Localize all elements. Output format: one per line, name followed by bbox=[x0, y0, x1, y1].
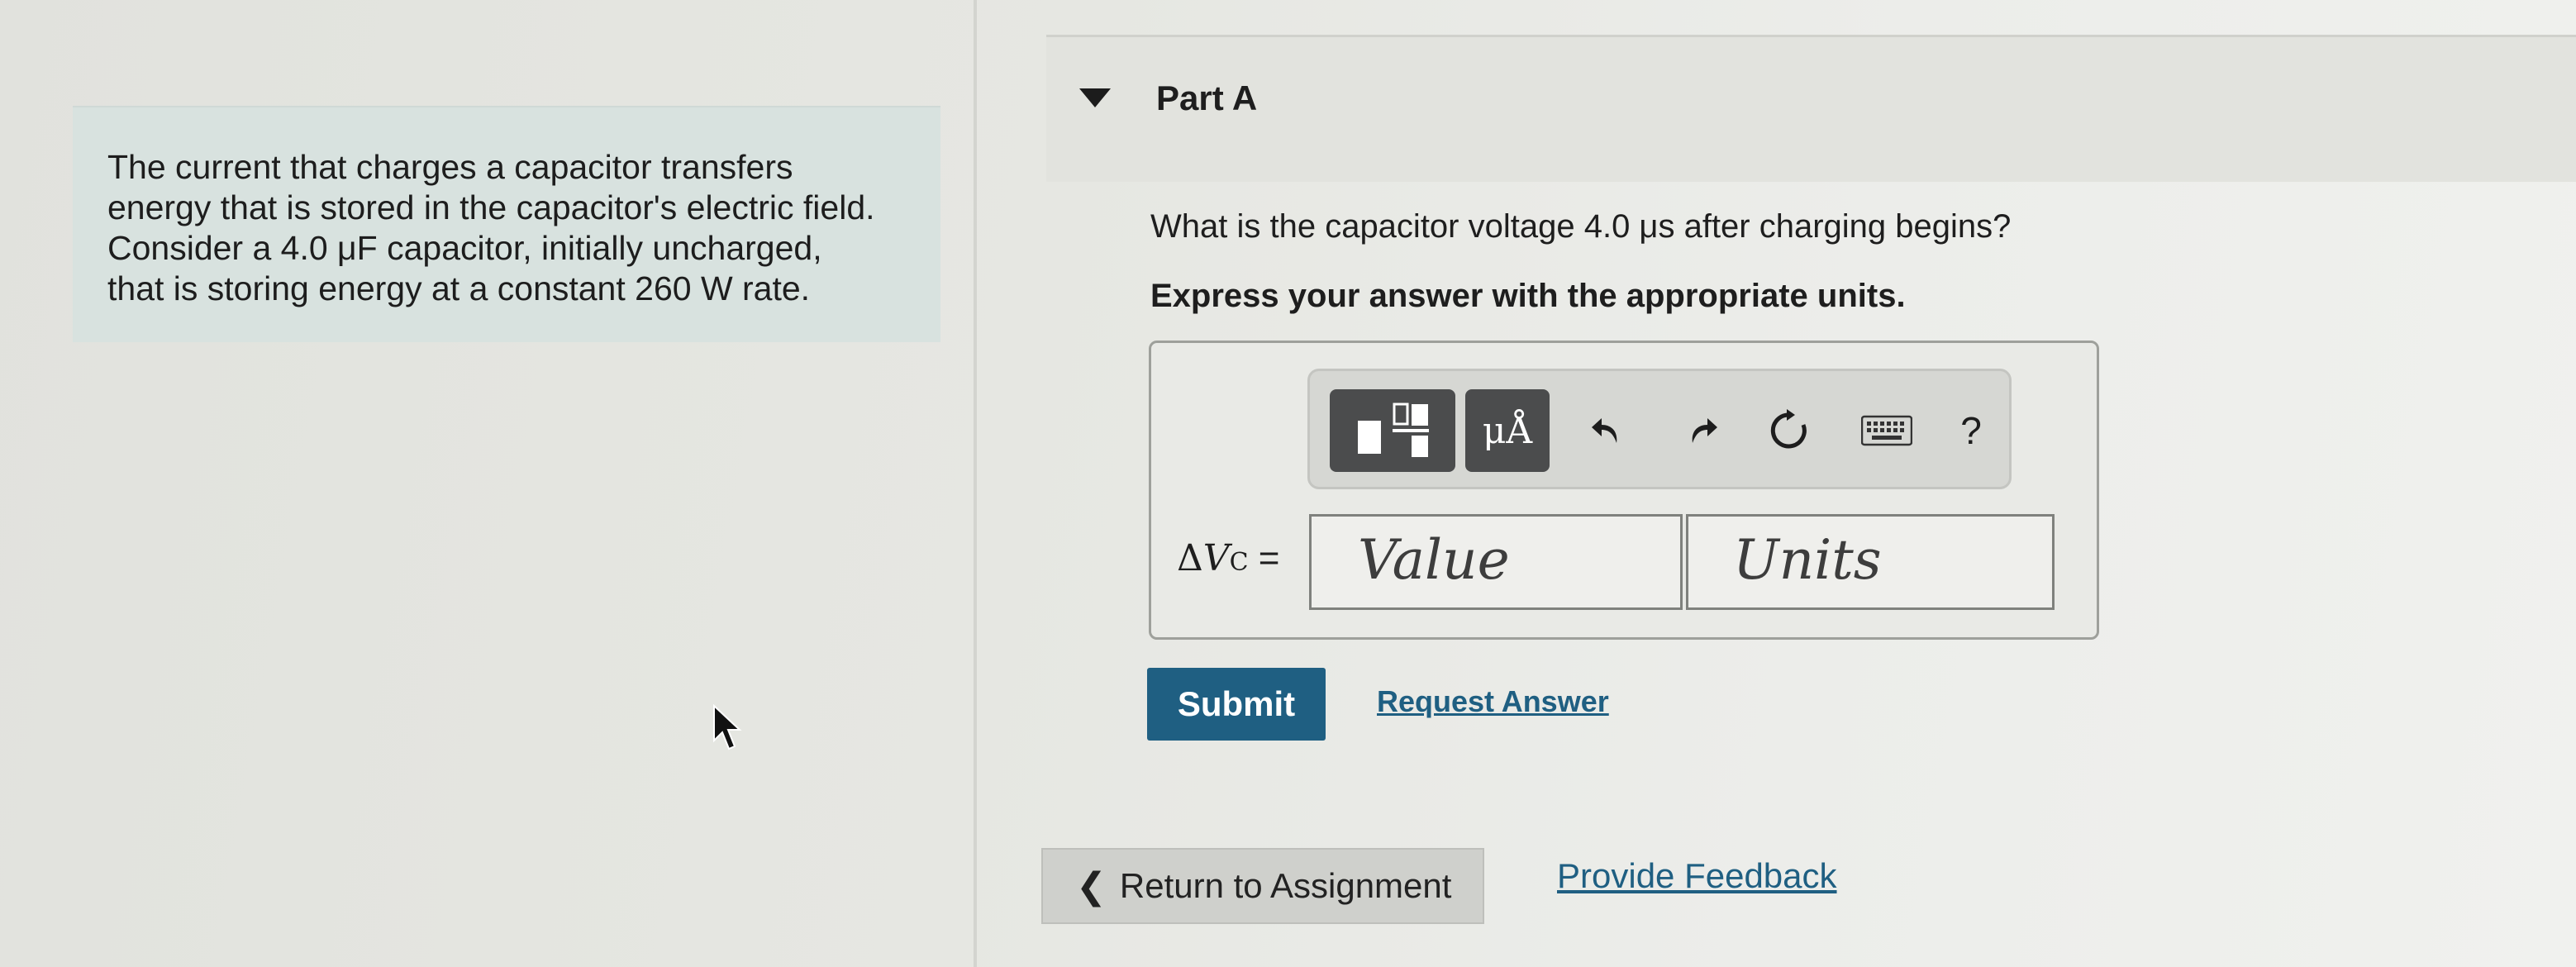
keyboard-icon bbox=[1861, 415, 1912, 446]
return-label: Return to Assignment bbox=[1119, 866, 1452, 905]
units-icon: μÅ bbox=[1482, 409, 1533, 452]
context-line-4: that is storing energy at a constant 260… bbox=[107, 269, 811, 307]
delta-symbol: Δ bbox=[1177, 537, 1203, 579]
submit-button[interactable]: Submit bbox=[1147, 668, 1326, 741]
templates-button[interactable] bbox=[1330, 389, 1455, 472]
column-divider bbox=[974, 0, 977, 967]
reset-icon bbox=[1770, 409, 1807, 449]
undo-icon bbox=[1592, 418, 1617, 443]
value-placeholder: Value bbox=[1358, 528, 1510, 592]
keyboard-button[interactable] bbox=[1854, 389, 1920, 472]
units-placeholder: Units bbox=[1733, 528, 1882, 592]
redo-button[interactable] bbox=[1669, 389, 1735, 472]
help-button[interactable]: ? bbox=[1938, 389, 2004, 472]
c-subscript: C bbox=[1229, 548, 1249, 577]
value-input[interactable]: Value bbox=[1309, 514, 1683, 610]
context-line-3: Consider a 4.0 μF capacitor, initially u… bbox=[107, 229, 822, 267]
part-title: Part A bbox=[1156, 79, 1258, 117]
equals-sign: = bbox=[1248, 538, 1280, 579]
reset-button[interactable] bbox=[1756, 389, 1822, 472]
request-answer-link[interactable]: Request Answer bbox=[1377, 684, 1609, 719]
instruction-text: Express your answer with the appropriate… bbox=[1150, 278, 1906, 314]
part-a-header[interactable]: Part A bbox=[1046, 35, 2576, 182]
units-input[interactable]: Units bbox=[1686, 514, 2055, 610]
redo-icon bbox=[1692, 418, 1717, 443]
v-symbol: V bbox=[1202, 537, 1230, 579]
help-icon: ? bbox=[1960, 409, 1982, 452]
undo-button[interactable] bbox=[1574, 389, 1640, 472]
return-to-assignment-button[interactable]: ❮ Return to Assignment bbox=[1041, 848, 1484, 924]
math-toolbar: μÅ ? bbox=[1307, 369, 2012, 489]
question-text: What is the capacitor voltage 4.0 μs aft… bbox=[1150, 208, 2012, 245]
chevron-left-icon: ❮ bbox=[1076, 865, 1107, 907]
context-line-1: The current that charges a capacitor tra… bbox=[107, 148, 793, 186]
delta-vc-label: ΔVC = bbox=[1177, 537, 1279, 579]
units-button[interactable]: μÅ bbox=[1465, 389, 1550, 472]
mouse-pointer-icon bbox=[713, 704, 742, 750]
context-line-2: energy that is stored in the capacitor's… bbox=[107, 188, 875, 226]
collapse-caret-icon[interactable] bbox=[1079, 88, 1111, 107]
problem-context-box: The current that charges a capacitor tra… bbox=[73, 106, 940, 342]
problem-context-text: The current that charges a capacitor tra… bbox=[107, 147, 907, 309]
templates-icon bbox=[1358, 403, 1429, 457]
provide-feedback-link[interactable]: Provide Feedback bbox=[1557, 856, 1837, 896]
